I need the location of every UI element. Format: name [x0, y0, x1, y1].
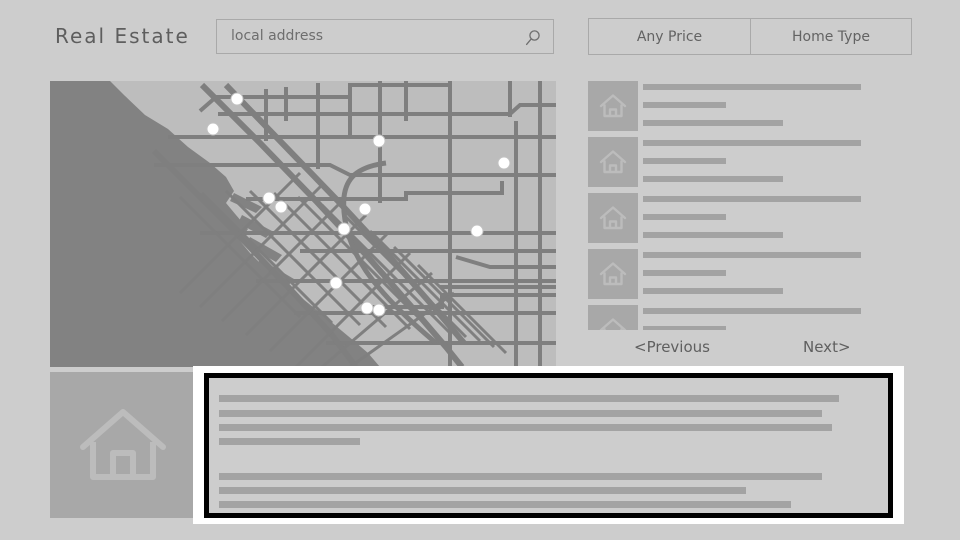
listing-results-list[interactable]	[588, 81, 912, 330]
placeholder-bar	[643, 326, 726, 330]
house-icon	[599, 206, 627, 230]
map-panel[interactable]	[50, 81, 556, 367]
map-pin[interactable]	[470, 224, 484, 238]
page-title: Real Estate	[55, 24, 190, 48]
placeholder-bar	[219, 395, 839, 402]
listing-thumbnail[interactable]	[588, 305, 638, 330]
map-pin[interactable]	[372, 134, 386, 148]
map-pin[interactable]	[372, 303, 386, 317]
map-canvas[interactable]	[50, 81, 556, 367]
detail-panel-frame	[193, 366, 904, 524]
placeholder-bar	[643, 214, 726, 220]
placeholder-bar	[643, 232, 783, 238]
listing-text-placeholder	[643, 81, 912, 126]
placeholder-bar	[219, 487, 746, 494]
listing-card[interactable]	[588, 305, 912, 330]
filter-any-price[interactable]: Any Price	[589, 19, 750, 54]
detail-panel[interactable]	[204, 373, 893, 518]
search-box[interactable]	[216, 19, 554, 54]
house-icon	[599, 94, 627, 118]
placeholder-bar	[643, 140, 861, 146]
house-icon	[599, 262, 627, 286]
house-icon	[80, 409, 166, 480]
listing-thumbnail[interactable]	[588, 193, 638, 243]
map-pin[interactable]	[337, 222, 351, 236]
house-icon	[599, 150, 627, 174]
placeholder-bar	[219, 514, 839, 518]
listing-text-placeholder	[643, 305, 912, 330]
search-input[interactable]	[231, 28, 501, 44]
app-header: Real Estate Any Price Home Type	[0, 0, 960, 72]
placeholder-bar	[643, 308, 861, 314]
map-pin[interactable]	[230, 92, 244, 106]
listing-card[interactable]	[588, 193, 912, 249]
placeholder-bar	[643, 158, 726, 164]
placeholder-bar	[643, 120, 783, 126]
map-pin[interactable]	[497, 156, 511, 170]
placeholder-bar	[219, 410, 822, 417]
listing-text-placeholder	[643, 193, 912, 238]
placeholder-bar	[643, 176, 783, 182]
map-pin[interactable]	[274, 200, 288, 214]
map-pin[interactable]	[329, 276, 343, 290]
placeholder-bar	[643, 288, 783, 294]
search-icon[interactable]	[524, 29, 542, 47]
listing-card[interactable]	[588, 137, 912, 193]
placeholder-bar	[643, 102, 726, 108]
real-estate-app: Real Estate Any Price Home Type	[0, 0, 960, 540]
map-pin[interactable]	[206, 122, 220, 136]
listing-thumbnail[interactable]	[588, 137, 638, 187]
placeholder-bar	[219, 424, 832, 431]
placeholder-bar	[643, 252, 861, 258]
map-pin[interactable]	[360, 301, 374, 315]
listing-card[interactable]	[588, 249, 912, 305]
next-page-button[interactable]: Next>	[803, 338, 851, 356]
pagination: <Previous Next>	[588, 338, 912, 364]
listing-text-placeholder	[643, 137, 912, 182]
placeholder-bar	[219, 501, 791, 508]
filter-home-type[interactable]: Home Type	[750, 19, 911, 54]
detail-photo[interactable]	[50, 372, 196, 518]
map-pin[interactable]	[262, 191, 276, 205]
placeholder-bar	[643, 196, 861, 202]
placeholder-bar	[643, 84, 861, 90]
listing-thumbnail[interactable]	[588, 249, 638, 299]
placeholder-bar	[219, 438, 360, 445]
listing-card[interactable]	[588, 81, 912, 137]
house-icon	[599, 318, 627, 330]
filter-group: Any Price Home Type	[588, 18, 912, 55]
listing-text-placeholder	[643, 249, 912, 294]
previous-page-button[interactable]: <Previous	[634, 338, 710, 356]
map-pin[interactable]	[358, 202, 372, 216]
placeholder-bar	[219, 473, 822, 480]
listing-thumbnail[interactable]	[588, 81, 638, 131]
placeholder-bar	[643, 270, 726, 276]
